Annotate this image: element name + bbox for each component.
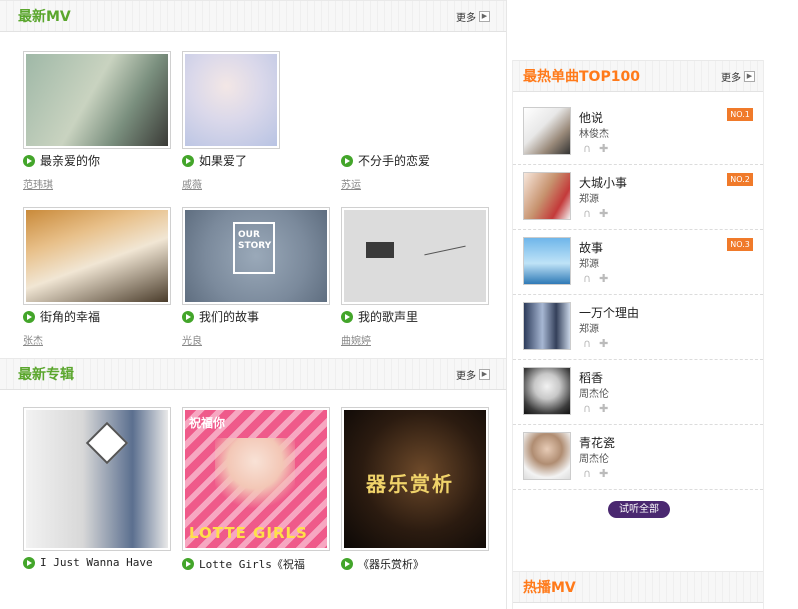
play-icon: [182, 154, 194, 167]
arrow-right-icon: ▶: [479, 369, 490, 380]
song-cover-1[interactable]: [523, 107, 571, 155]
top100-header: 最热单曲TOP100 更多 ▶: [513, 60, 763, 92]
song-cover-3[interactable]: [523, 237, 571, 285]
play-icon: [23, 310, 35, 323]
song-title-2[interactable]: 大城小事: [579, 174, 627, 191]
mv-artist-2[interactable]: 戚薇: [182, 176, 202, 191]
song-singer-4[interactable]: 郑源: [579, 320, 599, 335]
mv-artist-5[interactable]: 光良: [182, 332, 202, 347]
more-label: 更多: [721, 73, 741, 84]
arrow-right-icon: ▶: [744, 71, 755, 82]
song-cover-5[interactable]: [523, 367, 571, 415]
song-singer-5[interactable]: 周杰伦: [579, 385, 609, 400]
album-title-1[interactable]: I Just Wanna Have: [23, 556, 153, 569]
latest-album-title: 最新专辑: [18, 367, 74, 383]
album-title-2[interactable]: Lotte Girls《祝福: [182, 556, 305, 572]
play-icon: [341, 310, 353, 323]
latest-mv-title: 最新MV: [18, 9, 71, 25]
song-title-3[interactable]: 故事: [579, 239, 603, 256]
mv-title-3[interactable]: 不分手的恋爱: [341, 152, 430, 169]
song-singer-3[interactable]: 郑源: [579, 255, 599, 270]
listen-icon[interactable]: ∩: [583, 337, 591, 350]
play-icon: [23, 556, 35, 569]
mv-title-4[interactable]: 街角的幸福: [23, 308, 100, 325]
listen-icon[interactable]: ∩: [583, 207, 591, 220]
top100-panel: 最热单曲TOP100 更多 ▶ 他说 林俊杰 ∩ ✚ NO.1 大城小事 郑源 ∩…: [512, 60, 764, 609]
song-title-4[interactable]: 一万个理由: [579, 304, 639, 321]
song-cover-2[interactable]: [523, 172, 571, 220]
rank-badge-3: NO.3: [727, 238, 753, 251]
mv-thumb-2[interactable]: [182, 51, 280, 149]
song-title-5[interactable]: 稻香: [579, 369, 603, 386]
song-singer-2[interactable]: 郑源: [579, 190, 599, 205]
top100-row-5[interactable]: 稻香 周杰伦 ∩ ✚: [513, 360, 763, 425]
top100-row-1[interactable]: 他说 林俊杰 ∩ ✚ NO.1: [513, 100, 763, 165]
our-story-logo: OUR STORY: [233, 222, 275, 274]
play-icon: [341, 154, 353, 167]
latest-mv-more-link[interactable]: 更多 ▶: [456, 9, 490, 24]
song-cover-4[interactable]: [523, 302, 571, 350]
mv-artist-6[interactable]: 曲婉婷: [341, 332, 371, 347]
listen-icon[interactable]: ∩: [583, 402, 591, 415]
listen-icon[interactable]: ∩: [583, 272, 591, 285]
song-title-1[interactable]: 他说: [579, 109, 603, 126]
play-icon: [182, 558, 194, 570]
hot-mv-header: 热播MV: [513, 571, 763, 603]
top100-row-6[interactable]: 青花瓷 周杰伦 ∩ ✚: [513, 425, 763, 490]
mv-artist-4[interactable]: 张杰: [23, 332, 43, 347]
mv-title-1[interactable]: 最亲爱的你: [23, 152, 100, 169]
song-singer-6[interactable]: 周杰伦: [579, 450, 609, 465]
add-icon[interactable]: ✚: [599, 272, 608, 285]
add-icon[interactable]: ✚: [599, 142, 608, 155]
listen-all-button[interactable]: 试听全部: [608, 501, 670, 518]
top100-row-3[interactable]: 故事 郑源 ∩ ✚ NO.3: [513, 230, 763, 295]
album-cover-2-bottom-text: LOTTE GIRLS: [189, 524, 308, 542]
mv-thumb-4[interactable]: [23, 207, 171, 305]
add-icon[interactable]: ✚: [599, 467, 608, 480]
song-singer-1[interactable]: 林俊杰: [579, 125, 609, 140]
listen-icon[interactable]: ∩: [583, 142, 591, 155]
mv-thumb-1[interactable]: [23, 51, 171, 149]
mv-title-5[interactable]: 我们的故事: [182, 308, 259, 325]
top100-title: 最热单曲TOP100: [523, 69, 640, 85]
left-panel: 最新MV 更多 ▶ 最亲爱的你 范玮琪 如果爱了 戚薇 不分手的恋爱 苏运 街角…: [0, 0, 507, 609]
play-icon: [182, 310, 194, 323]
mv-thumb-6[interactable]: [341, 207, 489, 305]
album-cover-2[interactable]: 祝福你 LOTTE GIRLS: [182, 407, 330, 551]
mv-thumb-5[interactable]: OUR STORY: [182, 207, 330, 305]
album-cover-2-top-text: 祝福你: [189, 416, 226, 430]
play-icon: [23, 154, 35, 167]
mv-artist-1[interactable]: 范玮琪: [23, 176, 53, 191]
mv-artist-3[interactable]: 苏运: [341, 176, 361, 191]
song-title-6[interactable]: 青花瓷: [579, 434, 615, 451]
rank-badge-2: NO.2: [727, 173, 753, 186]
latest-album-more-link[interactable]: 更多 ▶: [456, 367, 490, 382]
add-icon[interactable]: ✚: [599, 337, 608, 350]
album-cover-1[interactable]: [23, 407, 171, 551]
play-icon: [341, 558, 353, 570]
mv-title-2[interactable]: 如果爱了: [182, 152, 247, 169]
album-cover-3[interactable]: 器乐赏析: [341, 407, 489, 551]
hot-mv-title: 热播MV: [523, 580, 576, 596]
rank-badge-1: NO.1: [727, 108, 753, 121]
add-icon[interactable]: ✚: [599, 402, 608, 415]
top100-row-4[interactable]: 一万个理由 郑源 ∩ ✚: [513, 295, 763, 360]
latest-album-header: 最新专辑 更多 ▶: [0, 358, 506, 390]
top100-more-link[interactable]: 更多 ▶: [721, 69, 755, 84]
more-label: 更多: [456, 371, 476, 382]
add-icon[interactable]: ✚: [599, 207, 608, 220]
more-label: 更多: [456, 13, 476, 24]
mv-title-6[interactable]: 我的歌声里: [341, 308, 418, 325]
album-title-3[interactable]: 《器乐赏析》: [341, 556, 424, 572]
arrow-right-icon: ▶: [479, 11, 490, 22]
latest-mv-header: 最新MV 更多 ▶: [0, 0, 506, 32]
song-cover-6[interactable]: [523, 432, 571, 480]
top100-row-2[interactable]: 大城小事 郑源 ∩ ✚ NO.2: [513, 165, 763, 230]
album-cover-3-text: 器乐赏析: [366, 472, 454, 496]
listen-icon[interactable]: ∩: [583, 467, 591, 480]
